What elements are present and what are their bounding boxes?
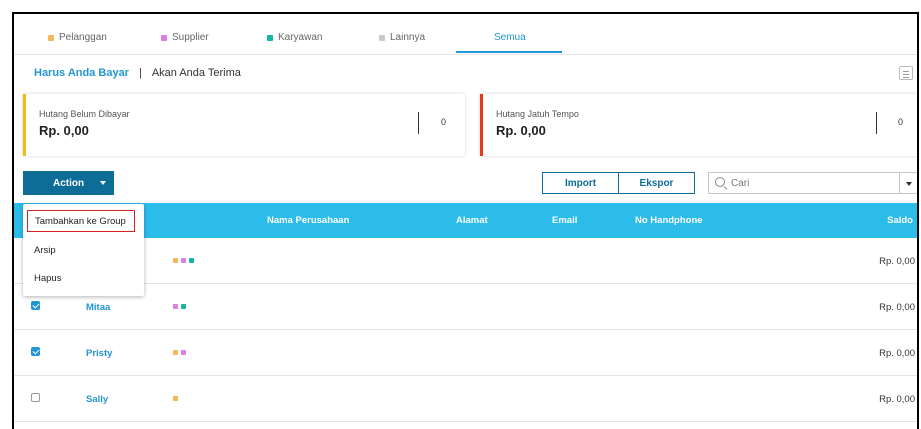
pelanggan-tag-icon [173,350,178,355]
row-name[interactable]: Mitaa [86,302,110,313]
lainnya-color-icon [379,34,385,41]
supplier-tag-icon [173,304,178,309]
row-checkbox[interactable] [31,301,40,310]
harus-anda-bayar-link[interactable]: Harus Anda Bayar [34,67,129,79]
contact-type-tabs: Pelanggan Supplier Karyawan Lainnya Semu… [14,26,917,55]
menu-item-label: Tambahkan ke Group [35,215,126,227]
search-box [708,172,917,194]
action-label: Action [53,177,85,189]
action-dropdown-menu: Tambahkan ke Group Arsip Hapus [23,204,144,296]
view-toggle-icon[interactable] [899,66,913,80]
col-alamat[interactable]: Alamat [456,215,488,226]
col-email[interactable]: Email [552,215,577,226]
payable-receivable-switch: Harus Anda Bayar | Akan Anda Terima [34,67,241,79]
import-button[interactable]: Import [542,172,619,194]
active-tab-indicator [456,51,562,53]
action-dropdown-button[interactable]: Action [23,171,114,195]
row-checkbox[interactable] [31,347,40,356]
row-name[interactable]: Pristy [86,348,112,359]
supplier-color-icon [161,34,167,41]
tab-label: Pelanggan [59,32,107,43]
search-icon [715,177,725,187]
row-saldo: Rp. 0,00 [879,394,915,405]
row-type-tags [173,396,181,401]
card-accent-bar [23,94,26,156]
tab-label: Karyawan [278,32,323,43]
pelanggan-tag-icon [173,396,178,401]
export-label: Ekspor [639,177,674,189]
row-name[interactable]: Sally [86,394,108,405]
tab-supplier[interactable]: Supplier [161,32,209,43]
supplier-tag-icon [181,350,186,355]
karyawan-tag-icon [189,258,194,263]
karyawan-color-icon [267,34,273,41]
menu-item-hapus[interactable]: Hapus [27,267,135,289]
table-row[interactable]: Mitaa Rp. 0,00 [14,284,917,330]
tab-label: Supplier [172,32,209,43]
menu-item-label: Arsip [34,244,56,256]
tab-karyawan[interactable]: Karyawan [267,32,322,43]
table-row[interactable]: Pristy Rp. 0,00 [14,330,917,376]
row-type-tags [173,258,197,263]
row-saldo: Rp. 0,00 [879,256,915,267]
app-frame: Pelanggan Supplier Karyawan Lainnya Semu… [12,12,919,429]
tab-label: Semua [494,32,526,43]
card-value: Rp. 0,00 [39,123,89,138]
col-saldo[interactable]: Saldo [887,215,913,226]
subnav-separator: | [138,67,142,79]
menu-item-label: Hapus [34,272,62,284]
row-type-tags [173,350,189,355]
card-label: Hutang Jatuh Tempo [496,109,579,119]
card-value: Rp. 0,00 [496,123,546,138]
export-button[interactable]: Ekspor [618,172,695,194]
cropped-caption-band [0,0,921,12]
akan-anda-terima-link[interactable]: Akan Anda Terima [152,67,241,79]
hutang-belum-dibayar-card: Hutang Belum Dibayar Rp. 0,00 0 [23,94,465,156]
card-count: 0 [441,117,447,127]
card-count: 0 [898,117,904,127]
supplier-tag-icon [181,258,186,263]
row-saldo: Rp. 0,00 [879,302,915,313]
caret-down-icon [100,181,107,185]
menu-item-tambahkan-ke-group[interactable]: Tambahkan ke Group [27,210,135,232]
hutang-jatuh-tempo-card: Hutang Jatuh Tempo Rp. 0,00 0 [480,94,917,156]
card-divider [876,112,877,134]
table-row[interactable]: Sally Rp. 0,00 [14,376,917,422]
row-type-tags [173,304,189,309]
row-saldo: Rp. 0,00 [879,348,915,359]
table-row[interactable]: Rp. 0,00 [14,238,917,284]
pelanggan-tag-icon [173,258,178,263]
card-divider [418,112,419,134]
pelanggan-color-icon [48,34,54,41]
card-accent-bar [480,94,483,156]
col-nama-perusahaan[interactable]: Nama Perusahaan [267,215,349,226]
search-filter-dropdown[interactable] [899,173,917,193]
tab-lainnya[interactable]: Lainnya [379,32,425,43]
row-checkbox[interactable] [31,393,40,402]
menu-item-arsip[interactable]: Arsip [27,239,135,261]
col-no-handphone[interactable]: No Handphone [635,215,703,226]
tab-semua[interactable]: Semua [494,32,526,43]
table-header: Nama Perusahaan Alamat Email No Handphon… [14,203,917,238]
tab-label: Lainnya [390,32,426,43]
tab-pelanggan[interactable]: Pelanggan [48,32,107,43]
import-label: Import [564,177,597,189]
card-label: Hutang Belum Dibayar [39,109,130,119]
search-input[interactable] [731,175,891,191]
karyawan-tag-icon [181,304,186,309]
